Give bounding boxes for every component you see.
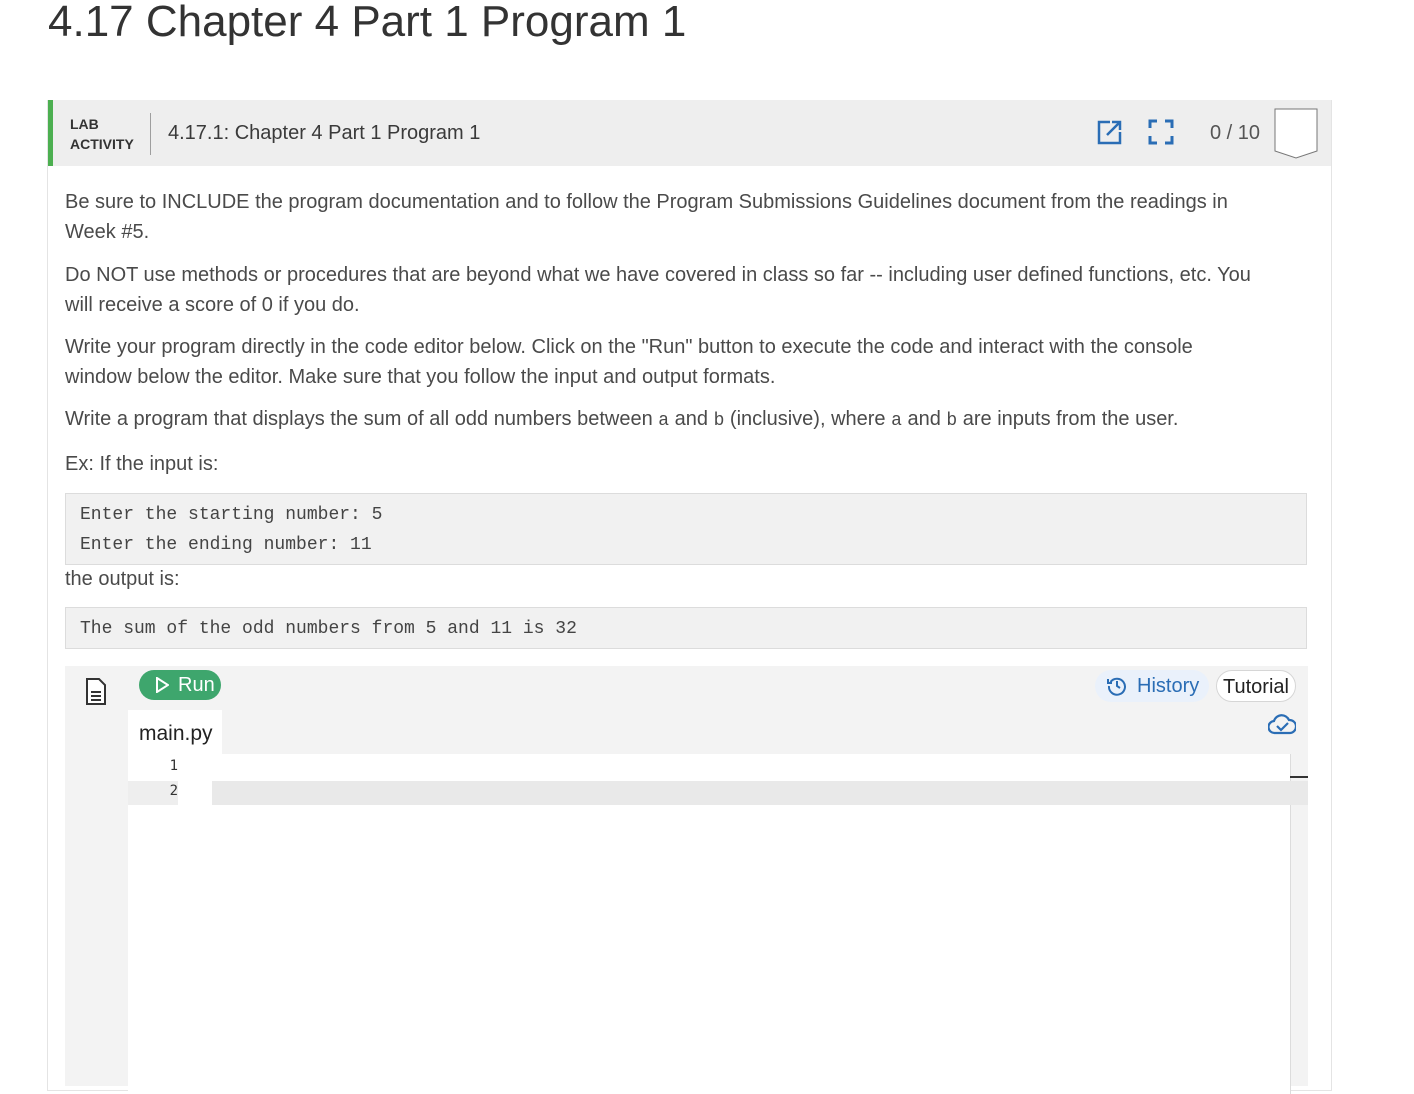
scrollbar-marker[interactable] [1290,776,1308,778]
code-editor[interactable]: 1 2 [128,754,1308,1094]
activity-header: LAB ACTIVITY 4.17.1: Chapter 4 Part 1 Pr… [48,100,1331,166]
p4-text-3: (inclusive), where [724,408,892,430]
line-number: 1 [169,758,178,774]
instruction-p3-line2: window below the editor. Make sure that … [65,366,776,388]
example-input-line: Enter the ending number: 11 [80,535,372,555]
page-title: 4.17 Chapter 4 Part 1 Program 1 [48,0,687,46]
fullscreen-icon[interactable] [1147,118,1175,146]
run-button[interactable]: Run [139,670,221,700]
var-a: a [891,411,902,431]
instruction-p1-line2: Week #5. [65,221,150,243]
p4-text-1: Write a program that displays the sum of… [65,408,659,430]
history-icon [1107,677,1126,696]
file-icon[interactable] [84,677,108,707]
var-b: b [713,411,725,431]
score-badge-icon [1274,108,1318,159]
file-tab-main-py[interactable]: main.py [128,710,222,754]
activity-title: 4.17.1: Chapter 4 Part 1 Program 1 [168,122,481,144]
instruction-p3-line1: Write your program directly in the code … [65,336,1193,358]
lab-activity-card: LAB ACTIVITY 4.17.1: Chapter 4 Part 1 Pr… [47,100,1332,1094]
instruction-p2-line1: Do NOT use methods or procedures that ar… [65,264,1251,286]
p4-text-5: are inputs from the user. [957,408,1179,430]
lab-activity-label: LAB ACTIVITY [70,114,134,154]
active-line-highlight [212,781,1308,805]
p4-text-2: and [669,408,714,430]
example-input-block: Enter the starting number: 5 Enter the en… [65,493,1307,565]
code-editor-panel: Run History Tutorial main.py 1 2 [65,666,1308,1094]
cloud-check-icon [1268,714,1296,735]
header-divider [150,113,151,155]
popout-icon[interactable] [1096,118,1124,146]
p4-text-4: and [901,408,947,430]
line-number: 2 [169,783,178,799]
tutorial-button[interactable]: Tutorial [1216,670,1296,702]
history-button[interactable]: History [1095,670,1209,702]
play-icon [156,677,169,693]
history-label: History [1137,675,1200,697]
instruction-p2-line2: will receive a score of 0 if you do. [65,294,360,316]
var-b: b [946,411,958,431]
lab-label-line2: ACTIVITY [70,136,134,152]
instruction-p1-line1: Be sure to INCLUDE the program documenta… [65,191,1228,213]
example-output-line: The sum of the odd numbers from 5 and 11… [80,619,577,639]
example-intro: Ex: If the input is: [65,453,219,475]
example-input-line: Enter the starting number: 5 [80,505,383,525]
instruction-p4: Write a program that displays the sum of… [65,404,1178,436]
lab-label-line1: LAB [70,116,99,132]
example-output-block: The sum of the odd numbers from 5 and 11… [65,607,1307,649]
output-intro: the output is: [65,568,180,590]
line-number-gutter: 1 2 [128,754,182,1094]
score-text: 0 / 10 [1210,122,1261,144]
run-label: Run [178,674,215,696]
var-a: a [658,411,670,431]
